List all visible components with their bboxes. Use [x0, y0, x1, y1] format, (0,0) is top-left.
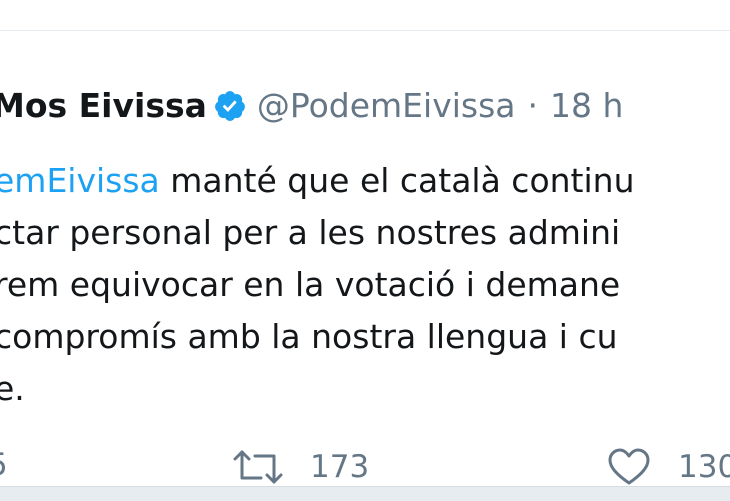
tweet-actions: 5 173 130: [0, 447, 730, 487]
author-handle[interactable]: @PodemEivissa: [257, 86, 516, 126]
tweet-text-line: compromís amb la nostra llengua i cu: [0, 311, 635, 363]
reply-count: 5: [0, 447, 8, 483]
tweet-text-segment: rem equivocar en la votació i demane: [0, 265, 621, 304]
tweet-card[interactable]: Mos Eivissa @PodemEivissa · 18 h emEivis…: [0, 31, 730, 486]
bottom-divider: [0, 486, 730, 501]
heart-icon: [606, 447, 652, 487]
mention-link[interactable]: emEivissa: [0, 161, 160, 200]
retweet-button[interactable]: 173: [232, 447, 369, 487]
header-separator: ·: [527, 86, 539, 125]
tweet-timestamp[interactable]: 18 h: [550, 86, 623, 126]
like-count: 130: [678, 449, 730, 485]
retweet-icon: [232, 447, 284, 487]
tweet-text-segment: compromís amb la nostra llengua i cu: [0, 317, 618, 356]
tweet-text-line: e.: [0, 363, 635, 415]
tweet-text-segment: ctar personal per a les nostres admini: [0, 213, 621, 252]
like-button[interactable]: 130: [606, 447, 730, 487]
author-name[interactable]: Mos Eivissa: [0, 86, 207, 126]
tweet-text-segment: e.: [0, 369, 25, 408]
tweet-text-segment: manté que el català continu: [159, 161, 635, 200]
tweet-text-line: rem equivocar en la votació i demane: [0, 259, 635, 311]
tweet-text-line: emEivissa manté que el català continu: [0, 155, 635, 207]
retweet-count: 173: [310, 449, 370, 485]
tweet-text: emEivissa manté que el català continu ct…: [0, 155, 635, 415]
tweet-header: Mos Eivissa @PodemEivissa · 18 h: [0, 86, 623, 126]
verified-badge-icon: [213, 89, 247, 123]
tweet-text-line: ctar personal per a les nostres admini: [0, 207, 635, 259]
reply-action[interactable]: 5: [0, 447, 8, 483]
top-background: [0, 0, 730, 31]
